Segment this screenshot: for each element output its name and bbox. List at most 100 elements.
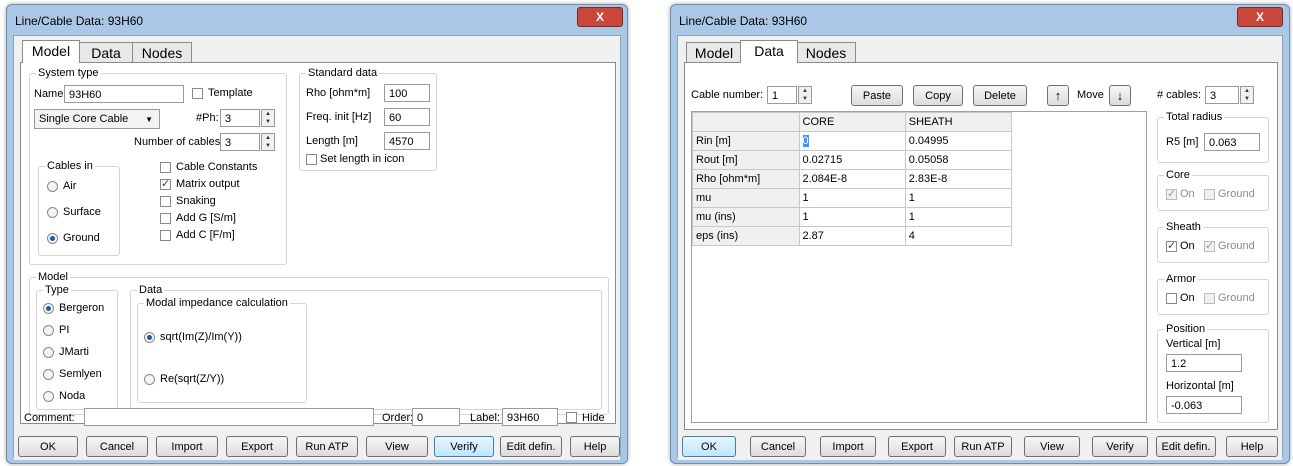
surface-radio[interactable]	[47, 207, 58, 218]
set-length-checkbox[interactable]	[306, 154, 317, 165]
rho-input[interactable]: 100	[384, 84, 430, 102]
bergeron-radio[interactable]	[43, 303, 54, 314]
armor-ground-checkbox[interactable]	[1204, 293, 1215, 304]
cable-number-input[interactable]: 1	[767, 86, 797, 104]
re-sqrt-radio[interactable]	[144, 374, 155, 385]
table-cell[interactable]: 0	[798, 131, 906, 151]
tab-nodes-2[interactable]: Nodes	[796, 42, 856, 63]
core-on-checkbox[interactable]	[1166, 187, 1177, 200]
table-cell[interactable]: 1	[904, 188, 1013, 208]
length-input[interactable]: 4570	[384, 132, 430, 150]
jmarti-radio[interactable]	[43, 347, 54, 358]
table-cell[interactable]: 2.084E-8	[798, 169, 906, 189]
table-row: mu 1 1	[692, 188, 1013, 208]
semlyen-radio[interactable]	[43, 369, 54, 380]
verify-button[interactable]: Verify	[434, 436, 494, 457]
ok-button-2[interactable]: OK	[682, 436, 736, 457]
freq-input[interactable]: 60	[384, 108, 430, 126]
export-button[interactable]: Export	[226, 436, 288, 457]
cancel-button[interactable]: Cancel	[86, 436, 148, 457]
table-cell[interactable]: 1	[904, 207, 1013, 227]
table-cell[interactable]: 1	[798, 188, 906, 208]
row-header: eps (ins)	[692, 226, 800, 246]
num-cables-input[interactable]: 3	[220, 133, 260, 151]
table-cell[interactable]: 1	[798, 207, 906, 227]
cable-type-select[interactable]: Single Core Cable ▼	[34, 109, 160, 129]
table-cell[interactable]: 0.02715	[798, 150, 906, 170]
table-cell[interactable]: 2.87	[798, 226, 906, 246]
left-dialog: Line/Cable Data: 93H60 X Model Data Node…	[6, 4, 628, 464]
ground-radio[interactable]	[47, 233, 58, 244]
copy-button[interactable]: Copy	[913, 85, 963, 106]
export-button-2[interactable]: Export	[888, 436, 946, 457]
run-atp-button-2[interactable]: Run ATP	[954, 436, 1012, 457]
label-input[interactable]: 93H60	[502, 408, 558, 426]
import-button[interactable]: Import	[156, 436, 218, 457]
arrow-up-icon: ↑	[1054, 88, 1062, 103]
left-close-button[interactable]: X	[577, 7, 623, 27]
tab-data-2[interactable]: Data	[740, 40, 798, 63]
ground-label: Ground	[63, 232, 100, 244]
right-close-button[interactable]: X	[1237, 7, 1283, 27]
move-down-button[interactable]: ↓	[1109, 85, 1131, 106]
r5-input[interactable]: 0.063	[1204, 133, 1260, 151]
sheath-on-checkbox[interactable]	[1166, 239, 1177, 252]
semlyen-label: Semlyen	[59, 368, 102, 380]
help-button-2[interactable]: Help	[1226, 436, 1278, 457]
edit-defin-button-2[interactable]: Edit defin.	[1156, 436, 1216, 457]
delete-button[interactable]: Delete	[973, 85, 1027, 106]
verify-button-2[interactable]: Verify	[1092, 436, 1148, 457]
tab-nodes[interactable]: Nodes	[132, 42, 192, 63]
tab-model[interactable]: Model	[22, 40, 80, 63]
nph-spinner[interactable]: ▲ ▼	[261, 109, 275, 127]
cancel-button-2[interactable]: Cancel	[750, 436, 806, 457]
left-window-title: Line/Cable Data: 93H60	[15, 14, 144, 28]
import-button-2[interactable]: Import	[820, 436, 876, 457]
total-radius-group: Total radius R5 [m] 0.063	[1157, 111, 1269, 163]
name-input[interactable]: 93H60	[64, 85, 184, 103]
nph-input[interactable]: 3	[220, 109, 260, 127]
table-cell[interactable]: 4	[904, 226, 1013, 246]
template-checkbox[interactable]	[192, 88, 203, 99]
table-cell[interactable]: 2.83E-8	[904, 169, 1013, 189]
sqrt-im-radio[interactable]	[144, 332, 155, 343]
armor-on-checkbox[interactable]	[1166, 293, 1177, 304]
sheath-ground-label: Ground	[1218, 240, 1255, 252]
ok-button[interactable]: OK	[18, 436, 78, 457]
view-button-2[interactable]: View	[1024, 436, 1080, 457]
table-cell[interactable]: 0.05058	[904, 150, 1013, 170]
position-group: Position Vertical [m] 1.2 Horizontal [m]…	[1157, 323, 1269, 423]
order-input[interactable]: 0	[412, 408, 460, 426]
num-cables-spinner[interactable]: ▲ ▼	[261, 133, 275, 151]
table-cell[interactable]: 0.04995	[904, 131, 1013, 151]
comment-input[interactable]	[84, 408, 374, 426]
tab-data[interactable]: Data	[78, 42, 134, 63]
cable-number-spinner[interactable]: ▲ ▼	[798, 86, 812, 104]
move-up-button[interactable]: ↑	[1047, 85, 1069, 106]
sheath-ground-checkbox[interactable]	[1204, 239, 1215, 252]
pi-radio[interactable]	[43, 325, 54, 336]
ncables-input[interactable]: 3	[1205, 86, 1239, 104]
tab-model-2[interactable]: Model	[686, 42, 742, 63]
help-button[interactable]: Help	[570, 436, 620, 457]
horizontal-input[interactable]: -0.063	[1166, 396, 1242, 414]
matrix-output-checkbox[interactable]	[160, 177, 171, 190]
ncables-spinner[interactable]: ▲ ▼	[1240, 86, 1254, 104]
paste-button[interactable]: Paste	[851, 85, 903, 106]
data-label: Data	[137, 284, 165, 296]
hide-checkbox[interactable]	[566, 412, 577, 423]
set-length-label: Set length in icon	[320, 153, 405, 165]
air-radio[interactable]	[47, 181, 58, 192]
run-atp-button[interactable]: Run ATP	[296, 436, 358, 457]
snaking-checkbox[interactable]	[160, 196, 171, 207]
cables-in-group: Cables in Air Surface Ground	[38, 160, 120, 256]
noda-radio[interactable]	[43, 391, 54, 402]
jmarti-label: JMarti	[59, 346, 89, 358]
vertical-input[interactable]: 1.2	[1166, 354, 1242, 372]
view-button[interactable]: View	[366, 436, 428, 457]
edit-defin-button[interactable]: Edit defin.	[500, 436, 562, 457]
cable-constants-checkbox[interactable]	[160, 162, 171, 173]
add-c-checkbox[interactable]	[160, 230, 171, 241]
add-g-checkbox[interactable]	[160, 213, 171, 224]
core-ground-checkbox[interactable]	[1204, 189, 1215, 200]
